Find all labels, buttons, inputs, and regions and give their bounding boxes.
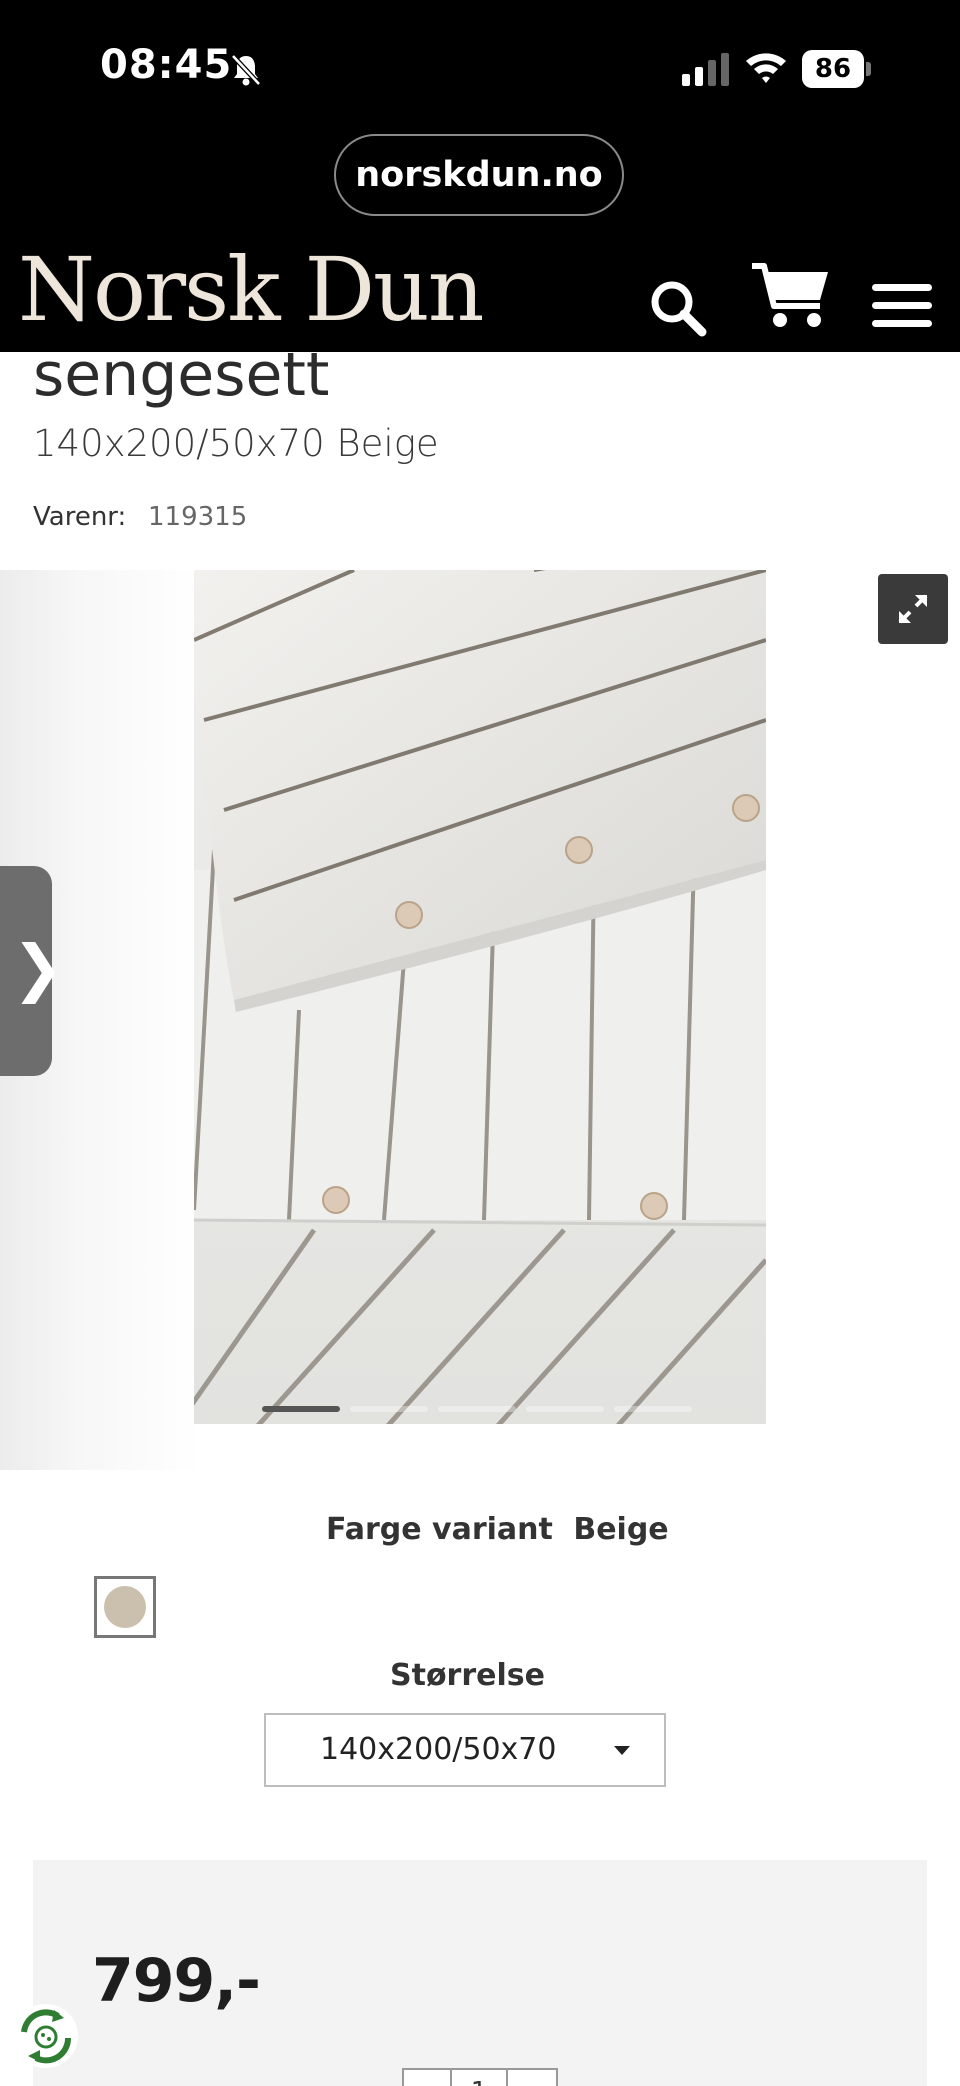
sku-value: 119315 <box>148 502 248 532</box>
top-bar: 08:45 86 norskdun.no Norsk Dun <box>0 0 960 352</box>
color-variant-value: Beige <box>573 1512 669 1547</box>
quantity-decrease-button[interactable] <box>404 2070 452 2086</box>
url-bar[interactable]: norskdun.no <box>334 134 624 216</box>
battery-level: 86 <box>814 54 852 84</box>
sku-label: Varenr: <box>33 502 127 532</box>
cellular-signal-icon <box>682 53 729 86</box>
bedding-photo <box>194 570 766 1424</box>
gallery-dot[interactable] <box>438 1406 516 1412</box>
bell-muted-icon <box>231 54 261 86</box>
color-variant-label: Farge variant <box>326 1512 553 1547</box>
gallery-dot[interactable] <box>526 1406 604 1412</box>
size-selected-value: 140x200/50x70 <box>320 1732 557 1767</box>
gallery-dot[interactable] <box>350 1406 428 1412</box>
quantity-increase-button[interactable] <box>508 2070 558 2086</box>
product-image[interactable] <box>194 570 766 1424</box>
gallery-dots <box>262 1406 702 1412</box>
brand-logo[interactable]: Norsk Dun <box>18 240 484 340</box>
product-title: sengesett <box>33 340 330 410</box>
gallery-dot[interactable] <box>262 1406 340 1412</box>
hamburger-menu-icon[interactable] <box>872 284 932 328</box>
fullscreen-button[interactable] <box>878 574 948 644</box>
eco-badge-icon[interactable] <box>14 2004 78 2068</box>
size-label: Størrelse <box>390 1658 545 1693</box>
color-swatch-beige[interactable] <box>94 1576 156 1638</box>
quantity-stepper[interactable]: 1 <box>402 2068 558 2086</box>
status-time: 08:45 <box>100 42 233 88</box>
gallery-dot[interactable] <box>614 1406 692 1412</box>
swatch-color <box>104 1586 146 1628</box>
product-subtitle: 140x200/50x70 Beige <box>33 422 439 465</box>
search-icon[interactable] <box>648 278 708 338</box>
color-variant-row: Farge variant Beige <box>326 1512 679 1547</box>
size-select[interactable]: 140x200/50x70 <box>264 1713 666 1787</box>
product-price: 799,- <box>92 1946 261 2016</box>
expand-icon <box>898 594 928 624</box>
chevron-right-icon: ❯ <box>12 931 64 1004</box>
cart-icon[interactable] <box>750 262 830 330</box>
quantity-value[interactable]: 1 <box>452 2070 508 2086</box>
battery-indicator: 86 <box>802 50 871 88</box>
wifi-icon <box>746 53 786 83</box>
dropdown-caret-icon <box>614 1746 630 1755</box>
gallery-next-button[interactable]: ❯ <box>0 866 64 1076</box>
